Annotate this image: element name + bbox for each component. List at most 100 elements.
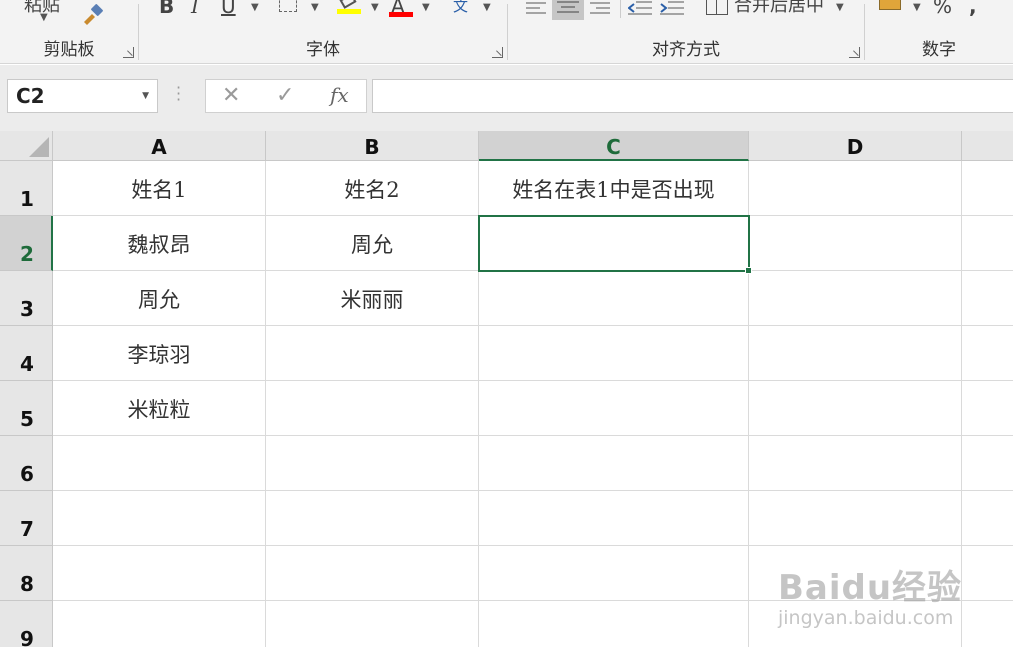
cell-c7[interactable] bbox=[479, 491, 749, 546]
italic-button[interactable]: I bbox=[191, 0, 199, 18]
accounting-dropdown-icon[interactable]: ▼ bbox=[913, 2, 921, 13]
row-header-9[interactable]: 9 bbox=[0, 601, 53, 647]
row-header-5[interactable]: 5 bbox=[0, 381, 53, 436]
row-header-6[interactable]: 6 bbox=[0, 436, 53, 491]
accounting-format-icon[interactable] bbox=[879, 0, 901, 10]
cell-b4[interactable] bbox=[266, 326, 479, 381]
cell-b5[interactable] bbox=[266, 381, 479, 436]
cell-d6[interactable] bbox=[749, 436, 962, 491]
cell-c1[interactable]: 姓名在表1中是否出现 bbox=[479, 161, 749, 216]
cell-a1[interactable]: 姓名1 bbox=[53, 161, 266, 216]
cell-a2[interactable]: 魏叔昂 bbox=[53, 216, 266, 271]
cell-d1[interactable] bbox=[749, 161, 962, 216]
underline-dropdown-icon[interactable]: ▼ bbox=[251, 2, 259, 13]
name-box[interactable]: C2 ▼ bbox=[7, 79, 158, 113]
merge-center-button[interactable]: 合并后居中 bbox=[734, 0, 824, 18]
fill-handle[interactable] bbox=[745, 267, 752, 274]
number-group: ▼ % , 数字 bbox=[865, 0, 1013, 64]
column-header-stub[interactable] bbox=[962, 131, 1013, 161]
paste-dropdown-icon[interactable]: ▼ bbox=[40, 12, 48, 23]
decrease-indent-icon[interactable] bbox=[627, 0, 652, 20]
cell-b8[interactable] bbox=[266, 546, 479, 601]
cell-a5[interactable]: 米粒粒 bbox=[53, 381, 266, 436]
ribbon: 粘贴 ▼ 剪贴板 B I U ▼ ▼ ▼ A ▼ 文 ▼ 字体 合并后居中 ▼ … bbox=[0, 0, 1013, 64]
cell-a6[interactable] bbox=[53, 436, 266, 491]
row-header-3[interactable]: 3 bbox=[0, 271, 53, 326]
fill-color-dropdown-icon[interactable]: ▼ bbox=[371, 2, 379, 13]
merge-center-dropdown-icon[interactable]: ▼ bbox=[836, 2, 844, 13]
cell-c8[interactable] bbox=[479, 546, 749, 601]
fill-color-icon[interactable] bbox=[337, 0, 361, 14]
cell-e3[interactable] bbox=[962, 271, 1013, 326]
row-header-7[interactable]: 7 bbox=[0, 491, 53, 546]
cell-d3[interactable] bbox=[749, 271, 962, 326]
row-header-1[interactable]: 1 bbox=[0, 161, 53, 216]
select-all-button[interactable] bbox=[0, 131, 53, 161]
align-left-icon[interactable] bbox=[526, 0, 548, 19]
cell-e1[interactable] bbox=[962, 161, 1013, 216]
row-number: 2 bbox=[20, 242, 34, 266]
formula-input[interactable] bbox=[372, 79, 1013, 113]
row-header-8[interactable]: 8 bbox=[0, 546, 53, 601]
border-dropdown-icon[interactable]: ▼ bbox=[311, 2, 319, 13]
cell-a8[interactable] bbox=[53, 546, 266, 601]
cell-d5[interactable] bbox=[749, 381, 962, 436]
enter-icon[interactable]: ✓ bbox=[276, 83, 294, 108]
cell-b1[interactable]: 姓名2 bbox=[266, 161, 479, 216]
merge-center-icon[interactable] bbox=[706, 0, 728, 15]
cell-e2[interactable] bbox=[962, 216, 1013, 271]
cell-c9[interactable] bbox=[479, 601, 749, 647]
cell-e8[interactable] bbox=[962, 546, 1013, 601]
cell-c4[interactable] bbox=[479, 326, 749, 381]
name-box-dropdown-icon[interactable]: ▼ bbox=[142, 91, 149, 101]
cancel-icon[interactable]: ✕ bbox=[222, 83, 240, 108]
cell-c2[interactable] bbox=[479, 216, 749, 271]
border-icon[interactable] bbox=[279, 0, 297, 12]
cell-b7[interactable] bbox=[266, 491, 479, 546]
row-number: 7 bbox=[20, 517, 34, 541]
cell-b3[interactable]: 米丽丽 bbox=[266, 271, 479, 326]
cell-d2[interactable] bbox=[749, 216, 962, 271]
cell-b6[interactable] bbox=[266, 436, 479, 491]
cell-c3[interactable] bbox=[479, 271, 749, 326]
cell-e5[interactable] bbox=[962, 381, 1013, 436]
row-header-4[interactable]: 4 bbox=[0, 326, 53, 381]
underline-button[interactable]: U bbox=[221, 0, 236, 18]
increase-indent-icon[interactable] bbox=[660, 0, 684, 20]
cell-e4[interactable] bbox=[962, 326, 1013, 381]
cell-d4[interactable] bbox=[749, 326, 962, 381]
clipboard-launcher-icon[interactable] bbox=[123, 47, 134, 58]
font-launcher-icon[interactable] bbox=[492, 47, 503, 58]
font-color-dropdown-icon[interactable]: ▼ bbox=[422, 2, 430, 13]
column-header-a[interactable]: A bbox=[53, 131, 266, 161]
phonetic-dropdown-icon[interactable]: ▼ bbox=[483, 2, 491, 13]
cell-a7[interactable] bbox=[53, 491, 266, 546]
align-center-button[interactable] bbox=[552, 0, 584, 20]
alignment-launcher-icon[interactable] bbox=[849, 47, 860, 58]
comma-button[interactable]: , bbox=[969, 0, 977, 18]
format-painter-icon[interactable] bbox=[80, 2, 104, 30]
row-number: 8 bbox=[20, 572, 34, 596]
percent-button[interactable]: % bbox=[933, 0, 952, 18]
cell-c6[interactable] bbox=[479, 436, 749, 491]
cell-a9[interactable] bbox=[53, 601, 266, 647]
row-header-2[interactable]: 2 bbox=[0, 216, 53, 271]
cell-e9[interactable] bbox=[962, 601, 1013, 647]
align-right-icon[interactable] bbox=[590, 0, 612, 19]
column-header-c[interactable]: C bbox=[479, 131, 749, 161]
insert-function-button[interactable]: fx bbox=[330, 83, 349, 107]
cell-e6[interactable] bbox=[962, 436, 1013, 491]
column-header-b[interactable]: B bbox=[266, 131, 479, 161]
cell-a3[interactable]: 周允 bbox=[53, 271, 266, 326]
column-header-d[interactable]: D bbox=[749, 131, 962, 161]
cell-a4[interactable]: 李琼羽 bbox=[53, 326, 266, 381]
phonetic-button[interactable]: 文 bbox=[453, 0, 468, 18]
cell-b2[interactable]: 周允 bbox=[266, 216, 479, 271]
bold-button[interactable]: B bbox=[159, 0, 174, 18]
cell-c5[interactable] bbox=[479, 381, 749, 436]
cell-b9[interactable] bbox=[266, 601, 479, 647]
cell-d7[interactable] bbox=[749, 491, 962, 546]
row-number: 3 bbox=[20, 297, 34, 321]
formula-bar-grip-icon[interactable]: · · · bbox=[176, 80, 181, 108]
cell-e7[interactable] bbox=[962, 491, 1013, 546]
